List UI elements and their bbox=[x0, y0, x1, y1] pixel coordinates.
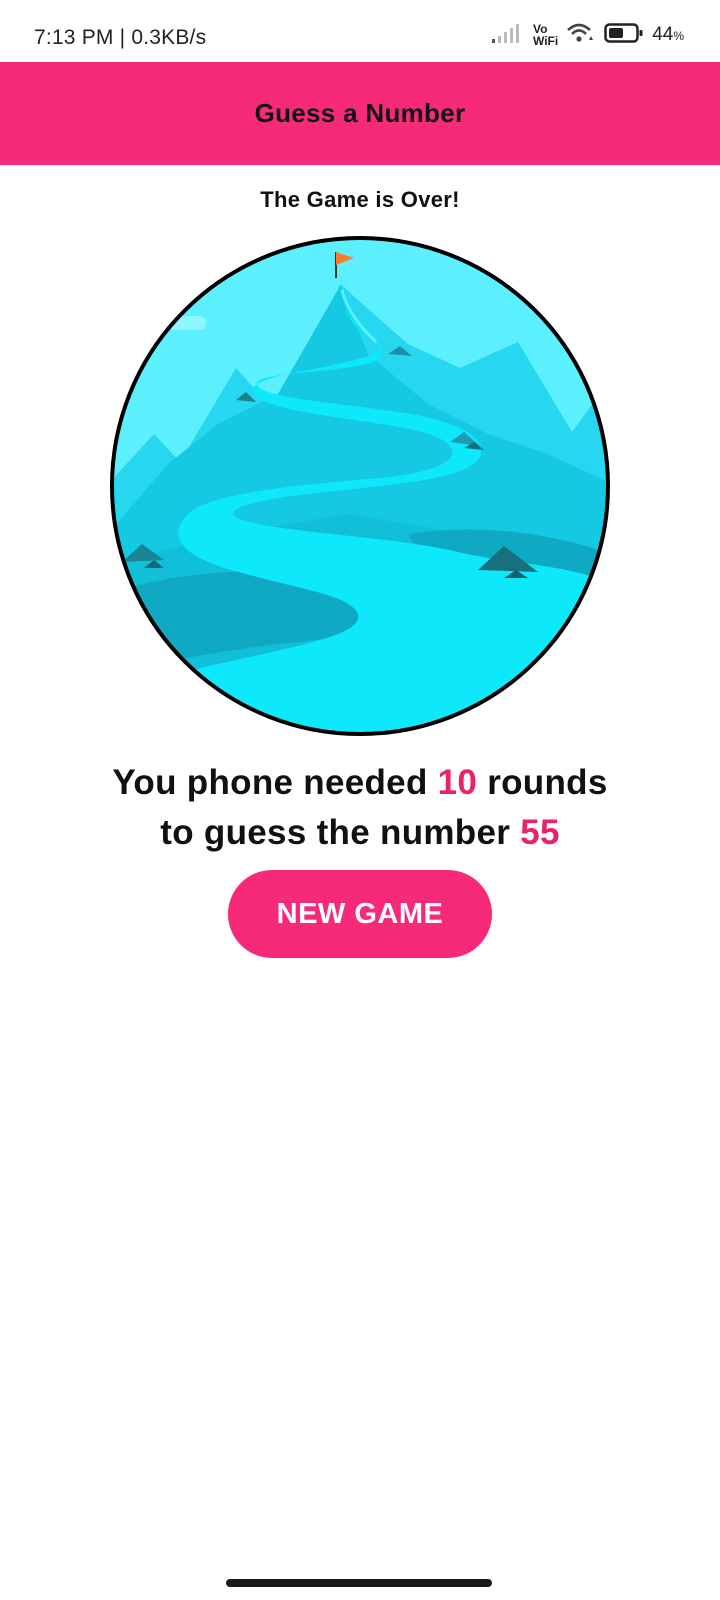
battery-icon bbox=[604, 22, 644, 49]
number-prefix: to guess the number bbox=[160, 813, 521, 852]
game-over-title: The Game is Over! bbox=[260, 187, 460, 212]
mountain-illustration bbox=[108, 234, 612, 738]
rounds-count: 10 bbox=[437, 763, 478, 802]
wifi-label: WiFi bbox=[532, 34, 559, 48]
battery-value: 44 bbox=[652, 24, 674, 45]
result-summary: You phone needed 10 rounds to guess the … bbox=[0, 758, 720, 858]
status-time-speed: 7:13 PM | 0.3KB/s bbox=[34, 26, 207, 49]
page-title: Guess a Number bbox=[254, 98, 466, 128]
result-line-2: to guess the number 55 bbox=[0, 808, 720, 858]
signal-icon bbox=[491, 22, 525, 49]
rounds-suffix: rounds bbox=[477, 763, 608, 802]
new-game-button[interactable]: NEW GAME bbox=[228, 870, 492, 958]
status-bar: 7:13 PM | 0.3KB/s Vo WiFi 44% bbox=[0, 0, 720, 62]
app-header: Guess a Number bbox=[0, 62, 720, 165]
vowifi-indicator: Vo WiFi bbox=[533, 23, 558, 47]
battery-unit: % bbox=[673, 29, 684, 43]
rounds-prefix: You phone needed bbox=[112, 763, 438, 802]
gesture-nav-handle[interactable] bbox=[226, 1579, 492, 1587]
wifi-icon bbox=[566, 21, 596, 50]
result-line-1: You phone needed 10 rounds bbox=[0, 758, 720, 808]
guessed-number: 55 bbox=[520, 813, 560, 852]
battery-percentage: 44% bbox=[652, 24, 684, 46]
status-icons: Vo WiFi 44% bbox=[491, 20, 684, 50]
